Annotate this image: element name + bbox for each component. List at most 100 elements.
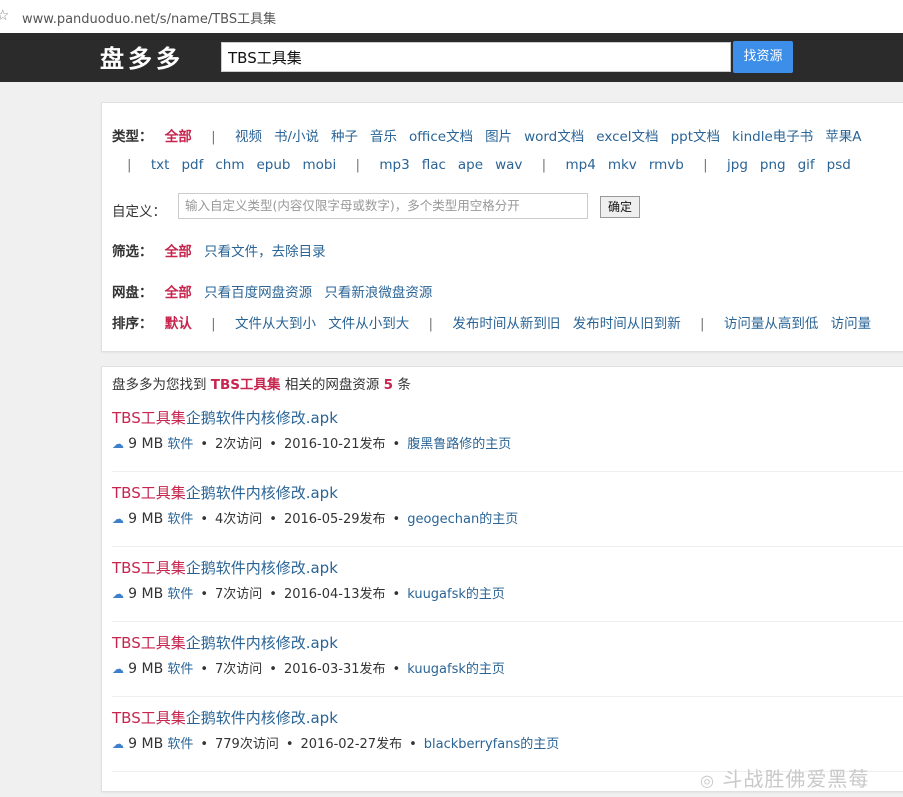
- sort-default[interactable]: 默认: [165, 316, 192, 332]
- summary-keyword: TBS工具集: [210, 377, 281, 393]
- type-link-image-3[interactable]: psd: [827, 157, 851, 173]
- type-link-video-1[interactable]: mkv: [608, 157, 637, 173]
- type-group-images: jpg png gif psd: [727, 157, 851, 173]
- type-link-audio-1[interactable]: flac: [422, 157, 446, 173]
- type-link-r1-5[interactable]: 图片: [485, 129, 512, 145]
- divider: |: [211, 129, 216, 145]
- divider: |: [541, 157, 547, 173]
- type-link-r1-9[interactable]: kindle电子书: [732, 129, 813, 145]
- type-link-r1-10[interactable]: 苹果A: [825, 129, 861, 145]
- title-keyword[interactable]: TBS工具集: [112, 559, 186, 577]
- sort-row: 排序： 默认 | 文件从大到小 文件从小到大 | 发布时间从新到旧 发布时间从旧…: [112, 312, 871, 332]
- result-title-link[interactable]: TBS工具集企鹅软件内核修改.apk: [112, 407, 338, 428]
- visit-count: 2次访问: [215, 437, 263, 452]
- file-size: 9 MB: [128, 586, 164, 602]
- type-link-doc-1[interactable]: pdf: [181, 157, 203, 173]
- type-link-audio-2[interactable]: ape: [458, 157, 483, 173]
- separator-dot: •: [409, 737, 417, 752]
- type-all[interactable]: 全部: [165, 129, 192, 145]
- divider: |: [127, 157, 132, 173]
- divider: |: [703, 157, 708, 173]
- sort-size-desc[interactable]: 文件从大到小: [235, 316, 316, 332]
- title-filename[interactable]: 企鹅软件内核修改.apk: [186, 634, 338, 652]
- type-link-r1-8[interactable]: ppt文档: [671, 129, 720, 145]
- title-keyword[interactable]: TBS工具集: [112, 709, 186, 727]
- result-title-link[interactable]: TBS工具集企鹅软件内核修改.apk: [112, 632, 338, 653]
- screen-all[interactable]: 全部: [165, 244, 192, 260]
- file-category[interactable]: 软件: [167, 737, 193, 752]
- divider: |: [211, 316, 216, 332]
- filter-panel: 类型： 全部 | 视频 书/小说 种子 音乐 office文档 图片 word文档 excel…: [101, 102, 903, 352]
- title-keyword[interactable]: TBS工具集: [112, 484, 186, 502]
- uploader-link[interactable]: kuugafsk的主页: [407, 662, 505, 677]
- result-item: TBS工具集企鹅软件内核修改.apk ☁ 9 MB 软件 • 2次访问 • 2016-10…: [112, 401, 903, 472]
- type-link-image-0[interactable]: jpg: [727, 157, 748, 173]
- sort-size-asc[interactable]: 文件从小到大: [328, 316, 409, 332]
- uploader-link[interactable]: 腹黑鲁路修的主页: [407, 437, 511, 452]
- disk-all[interactable]: 全部: [165, 285, 192, 301]
- type-link-doc-2[interactable]: chm: [215, 157, 244, 173]
- title-filename[interactable]: 企鹅软件内核修改.apk: [186, 484, 338, 502]
- confirm-button[interactable]: 确定: [600, 196, 640, 218]
- type-link-doc-4[interactable]: mobi: [303, 157, 337, 173]
- title-keyword[interactable]: TBS工具集: [112, 634, 186, 652]
- file-category[interactable]: 软件: [167, 662, 193, 677]
- disk-baidu[interactable]: 只看百度网盘资源: [204, 285, 312, 301]
- file-category[interactable]: 软件: [167, 512, 193, 527]
- url-text[interactable]: www.panduoduo.net/s/name/TBS工具集: [22, 8, 276, 27]
- uploader-link[interactable]: kuugafsk的主页: [407, 587, 505, 602]
- title-keyword[interactable]: TBS工具集: [112, 409, 186, 427]
- summary-middle: 相关的网盘资源: [284, 377, 380, 393]
- divider: |: [700, 316, 705, 332]
- title-filename[interactable]: 企鹅软件内核修改.apk: [186, 559, 338, 577]
- custom-type-input[interactable]: 输入自定义类型(内容仅限字母或数字)，多个类型用空格分开: [178, 193, 588, 219]
- type-link-doc-3[interactable]: epub: [256, 157, 290, 173]
- separator-dot: •: [392, 437, 401, 452]
- file-category[interactable]: 软件: [167, 437, 193, 452]
- result-title-link[interactable]: TBS工具集企鹅软件内核修改.apk: [112, 707, 338, 728]
- type-link-r1-3[interactable]: 音乐: [370, 129, 397, 145]
- type-link-audio-0[interactable]: mp3: [379, 157, 409, 173]
- result-meta: ☁ 9 MB 软件 • 7次访问 • 2016-03-31发布 • kuugafsk的主页: [112, 658, 505, 677]
- search-button[interactable]: 找资源: [733, 41, 793, 73]
- type-link-r1-6[interactable]: word文档: [524, 129, 584, 145]
- cloud-icon: ☁: [112, 512, 124, 526]
- star-icon[interactable]: ☆: [0, 6, 9, 24]
- disk-sina[interactable]: 只看新浪微盘资源: [324, 285, 432, 301]
- search-input[interactable]: [221, 42, 731, 72]
- type-link-doc-0[interactable]: txt: [151, 157, 170, 173]
- type-link-video-2[interactable]: rmvb: [649, 157, 684, 173]
- title-filename[interactable]: 企鹅软件内核修改.apk: [186, 409, 338, 427]
- browser-url-bar[interactable]: ☆ www.panduoduo.net/s/name/TBS工具集: [0, 0, 903, 34]
- uploader-link[interactable]: geogechan的主页: [407, 512, 518, 527]
- weibo-icon: ◎: [700, 771, 715, 790]
- sort-visits-asc[interactable]: 访问量: [831, 316, 872, 332]
- separator-dot: •: [200, 587, 209, 602]
- publish-date: 2016-02-27发布: [300, 737, 403, 752]
- uploader-link[interactable]: blackberryfans的主页: [424, 737, 559, 752]
- visit-count: 779次访问: [215, 737, 279, 752]
- type-link-r1-7[interactable]: excel文档: [596, 129, 658, 145]
- title-filename[interactable]: 企鹅软件内核修改.apk: [186, 709, 338, 727]
- result-title-link[interactable]: TBS工具集企鹅软件内核修改.apk: [112, 557, 338, 578]
- summary-prefix: 盘多多为您找到: [112, 377, 207, 393]
- type-link-r1-2[interactable]: 种子: [331, 129, 358, 145]
- sort-date-asc[interactable]: 发布时间从旧到新: [573, 316, 681, 332]
- type-link-r1-0[interactable]: 视频: [235, 129, 262, 145]
- type-link-audio-3[interactable]: wav: [495, 157, 522, 173]
- result-title-link[interactable]: TBS工具集企鹅软件内核修改.apk: [112, 482, 338, 503]
- site-logo[interactable]: 盘多多: [100, 39, 184, 74]
- result-meta: ☁ 9 MB 软件 • 4次访问 • 2016-05-29发布 • geogechan的主页: [112, 508, 518, 527]
- type-link-image-1[interactable]: png: [760, 157, 786, 173]
- type-group-audio: mp3 flac ape wav: [379, 157, 522, 173]
- sort-visits-desc[interactable]: 访问量从高到低: [724, 316, 819, 332]
- separator-dot: •: [200, 512, 209, 527]
- type-link-r1-4[interactable]: office文档: [409, 129, 473, 145]
- type-link-video-0[interactable]: mp4: [566, 157, 596, 173]
- separator-dot: •: [392, 587, 401, 602]
- sort-date-desc[interactable]: 发布时间从新到旧: [452, 316, 560, 332]
- type-link-image-2[interactable]: gif: [798, 157, 815, 173]
- type-link-r1-1[interactable]: 书/小说: [274, 129, 319, 145]
- screen-files-only[interactable]: 只看文件，去除目录: [204, 244, 326, 260]
- file-category[interactable]: 软件: [167, 587, 193, 602]
